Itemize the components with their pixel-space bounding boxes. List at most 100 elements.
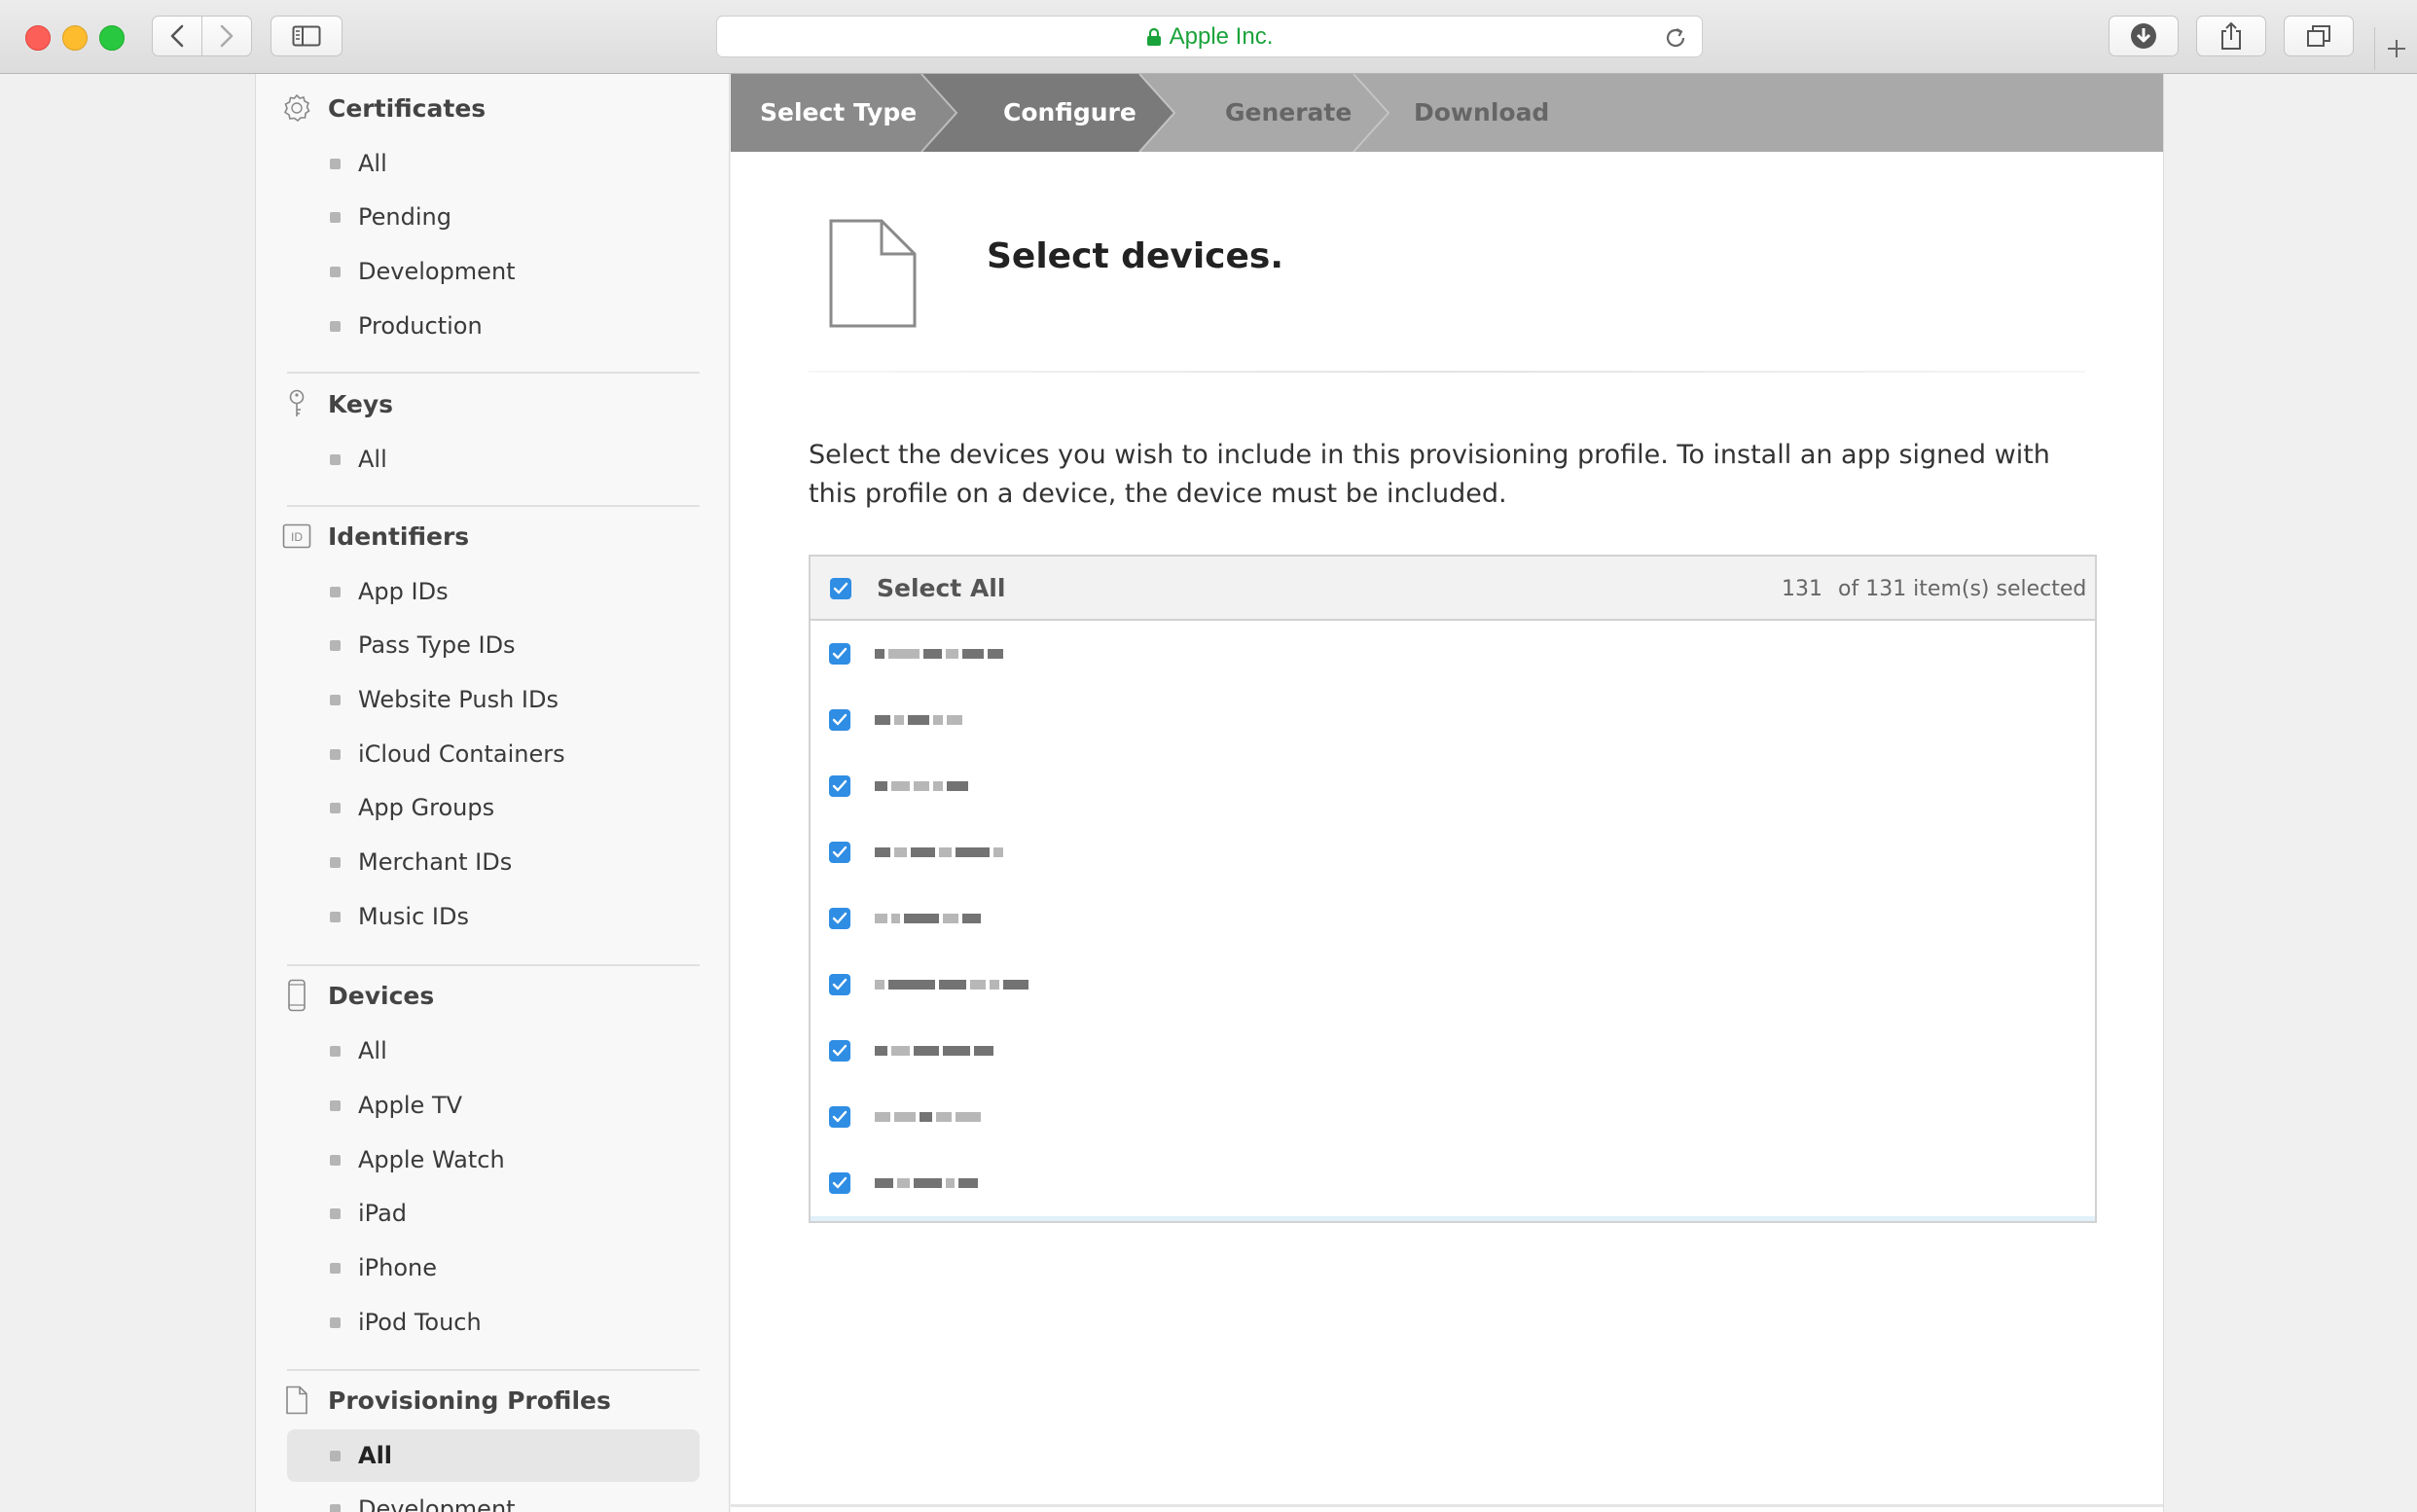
sidebar-item-label: Development — [358, 258, 516, 285]
select-all-checkbox[interactable] — [830, 578, 851, 599]
device-checkbox[interactable] — [829, 709, 850, 731]
sidebar-item-certificates-pending[interactable]: Pending — [287, 191, 700, 243]
certificate-badge-icon — [281, 92, 312, 124]
device-row[interactable] — [811, 753, 2095, 819]
sidebar-item-label: Apple TV — [358, 1092, 463, 1119]
selected-count-suffix: of 131 item(s) selected — [1838, 577, 2087, 601]
downloads-button[interactable] — [2109, 16, 2179, 56]
section-title: Provisioning Profiles — [328, 1386, 611, 1415]
device-checkbox[interactable] — [829, 842, 850, 863]
device-row[interactable] — [811, 1018, 2095, 1084]
sidebar-item-label: Merchant IDs — [358, 848, 513, 876]
sidebar-item-certificates-production[interactable]: Production — [287, 300, 700, 352]
sidebar-section-identifiers: ID Identifiers — [256, 517, 729, 556]
device-row[interactable] — [811, 621, 2095, 687]
sidebar-item-ipad[interactable]: iPad — [287, 1187, 700, 1240]
id-icon: ID — [281, 521, 312, 552]
back-button[interactable] — [152, 16, 202, 56]
sidebar-section-provisioning-profiles: Provisioning Profiles — [256, 1381, 729, 1420]
sidebar-item-label: iPad — [358, 1200, 408, 1227]
phone-icon — [281, 979, 312, 1012]
sidebar-item-ipod-touch[interactable]: iPod Touch — [287, 1296, 700, 1349]
sidebar-item-app-ids[interactable]: App IDs — [287, 565, 700, 618]
redacted-device-name — [875, 911, 981, 926]
address-bar[interactable]: Apple Inc. — [716, 16, 1703, 57]
redacted-device-name — [875, 1043, 993, 1059]
sidebar-item-label: iPod Touch — [358, 1309, 482, 1336]
checkmark-icon — [832, 978, 848, 990]
device-row[interactable] — [811, 819, 2095, 885]
sidebar-item-keys-all[interactable]: All — [287, 433, 700, 486]
checkmark-icon — [832, 779, 848, 792]
forward-button[interactable] — [201, 16, 252, 56]
sidebar-item-iphone[interactable]: iPhone — [287, 1242, 700, 1294]
bullet-icon — [330, 158, 341, 169]
sidebar-item-apple-watch[interactable]: Apple Watch — [287, 1134, 700, 1186]
sidebar-item-apple-tv[interactable]: Apple TV — [287, 1079, 700, 1132]
step-select-type[interactable]: Select Type — [760, 74, 917, 152]
sidebar-item-label: Pass Type IDs — [358, 631, 516, 659]
select-all-label[interactable]: Select All — [877, 574, 1005, 602]
sidebar-divider — [287, 964, 700, 966]
section-title: Identifiers — [328, 522, 470, 551]
sidebar-section-certificates: Certificates — [256, 89, 729, 127]
device-checkbox[interactable] — [829, 974, 850, 995]
sidebar-item-merchant-ids[interactable]: Merchant IDs — [287, 836, 700, 888]
sidebar-item-icloud-containers[interactable]: iCloud Containers — [287, 728, 700, 780]
bullet-icon — [330, 1316, 341, 1328]
device-checkbox[interactable] — [829, 908, 850, 929]
bullet-icon — [330, 1045, 341, 1057]
device-row[interactable] — [811, 885, 2095, 952]
tab-overview-button[interactable] — [2284, 16, 2354, 56]
sidebar-section-devices: Devices — [256, 976, 729, 1015]
window-zoom-button[interactable] — [99, 25, 125, 51]
sidebar-item-website-push-ids[interactable]: Website Push IDs — [287, 673, 700, 726]
sidebar-item-label: Music IDs — [358, 903, 469, 930]
checkmark-icon — [833, 582, 848, 594]
device-checkbox[interactable] — [829, 1172, 850, 1194]
device-row[interactable] — [811, 1216, 2095, 1221]
device-checkbox[interactable] — [829, 643, 850, 665]
plus-icon — [2388, 40, 2405, 57]
browser-toolbar: Apple Inc. — [0, 0, 2417, 74]
checkmark-icon — [832, 713, 848, 726]
device-checkbox[interactable] — [829, 1106, 850, 1128]
sidebar-item-pass-type-ids[interactable]: Pass Type IDs — [287, 619, 700, 671]
redacted-device-name — [875, 778, 968, 794]
reload-icon[interactable] — [1663, 25, 1688, 51]
download-icon — [2131, 23, 2156, 49]
device-row[interactable] — [811, 687, 2095, 753]
chevron-left-icon — [170, 24, 184, 48]
sidebar-item-devices-all[interactable]: All — [287, 1025, 700, 1077]
sidebar-item-profiles-all[interactable]: All — [287, 1429, 700, 1482]
share-button[interactable] — [2196, 16, 2266, 56]
bullet-icon — [330, 694, 341, 705]
footer-divider — [731, 1504, 2163, 1507]
bullet-icon — [330, 586, 341, 597]
redacted-device-name — [875, 712, 962, 728]
sidebar-item-certificates-all[interactable]: All — [287, 137, 700, 190]
bullet-icon — [330, 748, 341, 760]
sidebar-item-certificates-development[interactable]: Development — [287, 245, 700, 298]
device-row[interactable] — [811, 952, 2095, 1018]
sidebar-item-music-ids[interactable]: Music IDs — [287, 890, 700, 943]
device-row[interactable] — [811, 1150, 2095, 1216]
device-row[interactable] — [811, 1084, 2095, 1150]
svg-text:ID: ID — [291, 530, 303, 544]
section-title: Devices — [328, 981, 435, 1010]
sidebar-item-profiles-development[interactable]: Development — [287, 1483, 700, 1512]
page-content: Certificates All Pending Development Pro… — [0, 74, 2417, 1512]
step-download: Download — [1414, 98, 1550, 126]
share-icon — [2221, 21, 2241, 50]
url-label: Apple Inc. — [1169, 22, 1274, 50]
window-close-button[interactable] — [25, 25, 51, 51]
checkmark-icon — [832, 1044, 848, 1057]
checkmark-icon — [832, 647, 848, 660]
bullet-icon — [330, 320, 341, 332]
device-checkbox[interactable] — [829, 1040, 850, 1062]
window-minimize-button[interactable] — [62, 25, 88, 51]
sidebar-item-app-groups[interactable]: App Groups — [287, 781, 700, 834]
device-checkbox[interactable] — [829, 775, 850, 797]
new-tab-button[interactable] — [2374, 27, 2417, 70]
sidebar-toggle-button[interactable] — [271, 16, 343, 56]
